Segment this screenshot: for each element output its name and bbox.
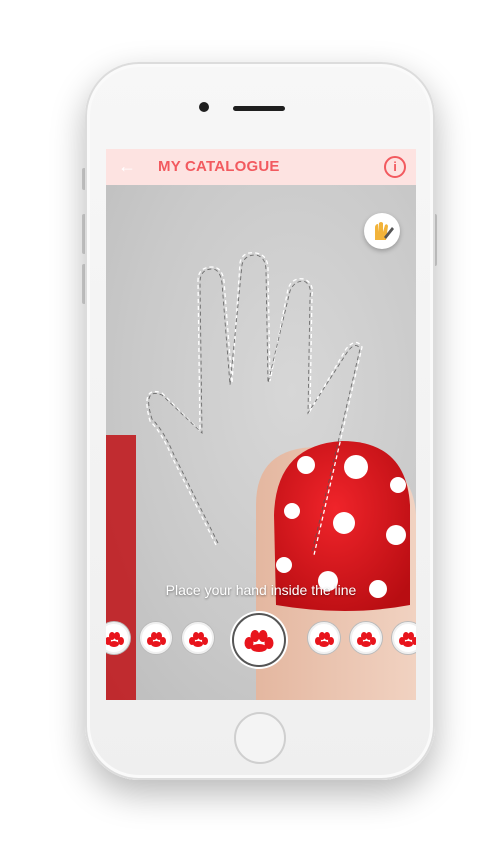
hand-placement-hint: Place your hand inside the line (165, 582, 357, 598)
front-camera (199, 102, 209, 112)
nails-icon (189, 632, 208, 647)
nail-swatch-5[interactable] (308, 622, 340, 654)
nails-icon (244, 630, 274, 652)
info-icon[interactable]: i (384, 156, 406, 178)
blurred-background-left (106, 435, 136, 700)
earpiece-speaker (233, 106, 285, 111)
hand-brush-icon (375, 222, 394, 240)
hand-brush-button[interactable] (364, 213, 400, 249)
dot (297, 456, 315, 474)
app-header: ← MY CATALOGUE i (106, 149, 416, 185)
dot (333, 512, 355, 534)
nail-swatch-selected[interactable] (234, 615, 284, 665)
page-title: MY CATALOGUE (158, 158, 280, 175)
dot (284, 503, 300, 519)
dot (390, 477, 406, 493)
camera-viewfinder: Place your hand inside the line (106, 185, 416, 700)
dot (344, 455, 368, 479)
nails-icon (147, 632, 166, 647)
nails-icon (357, 632, 376, 647)
nail-swatch-3[interactable] (182, 622, 214, 654)
dot (386, 525, 406, 545)
nails-icon (399, 632, 416, 647)
nail-swatch-6[interactable] (350, 622, 382, 654)
arrow-left-icon[interactable]: ← (118, 156, 136, 176)
nail-swatch-7[interactable] (392, 622, 416, 654)
nails-icon (106, 632, 124, 647)
app-screen: ← MY CATALOGUE i Place your hand inside … (106, 149, 416, 700)
nail-swatch-2[interactable] (140, 622, 172, 654)
nail-swatch-1[interactable] (106, 622, 130, 654)
home-button[interactable] (234, 712, 286, 764)
nails-icon (315, 632, 334, 647)
dot (276, 557, 292, 573)
